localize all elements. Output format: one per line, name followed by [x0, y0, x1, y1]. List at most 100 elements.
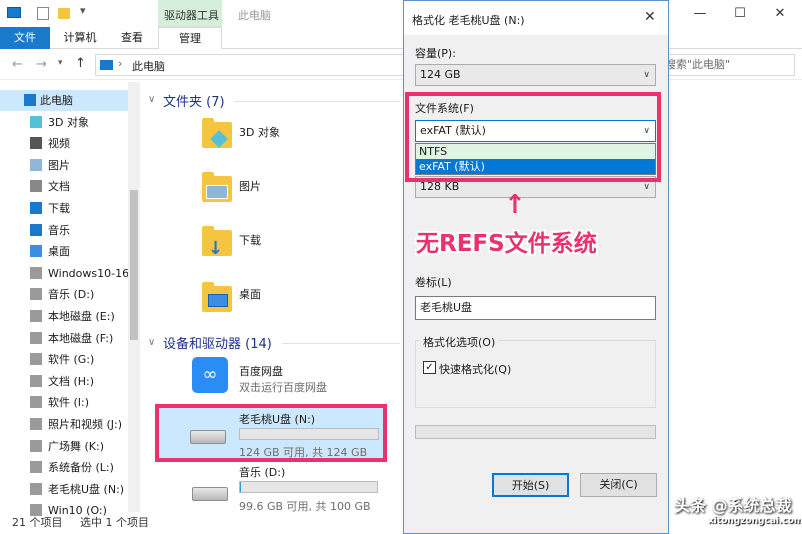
- documents-icon: [30, 180, 42, 193]
- capacity-label: 容量(P):: [415, 47, 456, 60]
- address-box[interactable]: › 此电脑: [95, 54, 405, 76]
- folder-label[interactable]: 桌面: [239, 286, 261, 302]
- sidebar-item-label: 图片: [48, 158, 70, 172]
- drive-icon[interactable]: [192, 487, 228, 501]
- maximize-button[interactable]: ☐: [720, 0, 760, 27]
- music-drive-name[interactable]: 音乐 (D:): [239, 464, 285, 480]
- sidebar-item-label: 文档 (H:): [48, 374, 95, 388]
- close-button[interactable]: 关闭(C): [580, 473, 657, 497]
- watermark: 头条 @系统总裁 xitongzongcai.com: [668, 492, 802, 534]
- navigation-pane: 此电脑 3D 对象 视频 图片 文档 下载 音乐 桌面 Windows10-16 音乐 (D:) 本…: [0, 82, 140, 517]
- quick-format-checkbox[interactable]: ✓: [423, 361, 436, 374]
- start-button[interactable]: 开始(S): [492, 473, 569, 497]
- sidebar-item[interactable]: 老毛桃U盘 (N:): [0, 479, 128, 500]
- video-icon: [30, 137, 42, 150]
- baidu-drive-name[interactable]: 百度网盘: [239, 363, 283, 379]
- properties-icon[interactable]: [37, 7, 49, 20]
- sidebar-item-label: 广场舞 (K:): [48, 439, 104, 453]
- sidebar-item[interactable]: 广场舞 (K:): [0, 436, 128, 457]
- sidebar-item-label: 视频: [48, 137, 70, 151]
- chevron-down-icon: ∨: [643, 70, 650, 80]
- capacity-select[interactable]: 124 GB ∨: [415, 64, 656, 86]
- item-count: 21 个项目: [12, 516, 63, 529]
- sidebar-item[interactable]: 软件 (I:): [0, 392, 128, 413]
- watermark-text: 头条 @系统总裁: [674, 496, 792, 515]
- sidebar-scroll-thumb[interactable]: [130, 190, 138, 340]
- usb-drive-name: 老毛桃U盘 (N:): [239, 413, 316, 426]
- drive-icon: [30, 266, 42, 279]
- back-arrow-icon[interactable]: ←: [12, 57, 23, 72]
- sidebar-item[interactable]: 本地磁盘 (F:): [0, 328, 128, 349]
- 3d-objects-icon: [30, 115, 42, 128]
- drive-icon: [30, 353, 42, 366]
- sidebar-item[interactable]: 音乐: [0, 220, 128, 241]
- drive-icon: [30, 461, 42, 474]
- minimize-button[interactable]: —: [680, 0, 720, 27]
- watermark-url: xitongzongcai.com: [708, 516, 802, 526]
- sidebar-item[interactable]: 图片: [0, 155, 128, 176]
- pictures-icon: [206, 185, 228, 199]
- dialog-titlebar: 格式化 老毛桃U盘 (N:) ✕: [404, 1, 668, 35]
- status-bar: 21 个项目 选中 1 个项目: [0, 512, 405, 534]
- volume-label-input[interactable]: 老毛桃U盘: [415, 296, 656, 320]
- sidebar-item[interactable]: 文档 (H:): [0, 371, 128, 392]
- sidebar-item[interactable]: 桌面: [0, 241, 128, 262]
- sidebar-item[interactable]: 软件 (G:): [0, 349, 128, 370]
- pictures-icon: [30, 158, 42, 171]
- folder-label[interactable]: 3D 对象: [239, 124, 280, 140]
- new-folder-icon[interactable]: [58, 8, 70, 19]
- drive-icon: [30, 331, 42, 344]
- sidebar-item-label: 此电脑: [40, 94, 73, 107]
- quick-access-dropdown-icon[interactable]: ▾: [80, 4, 86, 17]
- sidebar-item[interactable]: 文档: [0, 176, 128, 197]
- devices-group-header[interactable]: 设备和驱动器 (14): [163, 333, 272, 352]
- sidebar-item[interactable]: 下载: [0, 198, 128, 219]
- usb-drive-free: 124 GB 可用, 共 124 GB: [239, 446, 368, 459]
- sidebar-item[interactable]: 音乐 (D:): [0, 284, 128, 305]
- divider: [234, 101, 400, 102]
- pointer-arrow-icon: ↑: [504, 190, 526, 220]
- sidebar-item[interactable]: 照片和视频 (J:): [0, 414, 128, 435]
- baidu-cloud-icon[interactable]: ∞: [192, 357, 228, 393]
- drive-icon: [30, 310, 42, 322]
- up-arrow-icon[interactable]: ↑: [75, 56, 86, 71]
- sidebar-item-label: 3D 对象: [48, 115, 89, 129]
- usb-drive-icon: [190, 430, 226, 444]
- sidebar-item-label: 系统备份 (L:): [48, 461, 114, 475]
- folder-label[interactable]: 下载: [239, 232, 261, 248]
- sidebar-item[interactable]: 此电脑: [0, 90, 128, 111]
- tab-manage[interactable]: 管理: [158, 27, 222, 49]
- breadcrumb[interactable]: 此电脑: [132, 58, 165, 74]
- folder-label[interactable]: 图片: [239, 178, 261, 194]
- music-capacity-bar: [239, 481, 378, 493]
- close-window-button[interactable]: ✕: [760, 0, 800, 27]
- close-icon[interactable]: ✕: [644, 9, 656, 25]
- tab-computer[interactable]: 计算机: [56, 27, 104, 49]
- capacity-value: 124 GB: [420, 68, 461, 81]
- sidebar-item-label: Windows10-16: [48, 266, 128, 280]
- collapse-chevron-icon[interactable]: ∨: [148, 94, 155, 105]
- filesystem-highlight: [405, 92, 661, 182]
- collapse-chevron-icon[interactable]: ∨: [148, 337, 155, 348]
- sidebar-item-label: 桌面: [48, 245, 70, 259]
- tab-view[interactable]: 查看: [112, 27, 152, 49]
- forward-arrow-icon[interactable]: →: [36, 57, 47, 72]
- music-icon: [30, 223, 42, 236]
- search-input[interactable]: 搜索"此电脑": [660, 54, 795, 76]
- drive-icon: [30, 418, 42, 430]
- tab-file[interactable]: 文件: [0, 27, 50, 49]
- sidebar-item-label: 文档: [48, 180, 70, 194]
- selected-count: 选中 1 个项目: [80, 516, 149, 529]
- recent-dropdown-icon[interactable]: ▾: [58, 58, 63, 68]
- drive-icon: [30, 396, 42, 409]
- sidebar-item[interactable]: 系统备份 (L:): [0, 457, 128, 478]
- sidebar-item[interactable]: 3D 对象: [0, 112, 128, 133]
- sidebar-item[interactable]: 视频: [0, 133, 128, 154]
- usb-drive-tile[interactable]: 老毛桃U盘 (N:) 124 GB 可用, 共 124 GB: [155, 404, 387, 462]
- sidebar-item[interactable]: 本地磁盘 (E:): [0, 306, 128, 327]
- folders-group-header[interactable]: 文件夹 (7): [163, 91, 225, 110]
- drive-icon: [30, 439, 42, 452]
- pc-icon: [100, 60, 113, 70]
- sidebar-item[interactable]: Windows10-16: [0, 263, 128, 284]
- quick-format-label[interactable]: 快速格式化(Q): [439, 361, 511, 377]
